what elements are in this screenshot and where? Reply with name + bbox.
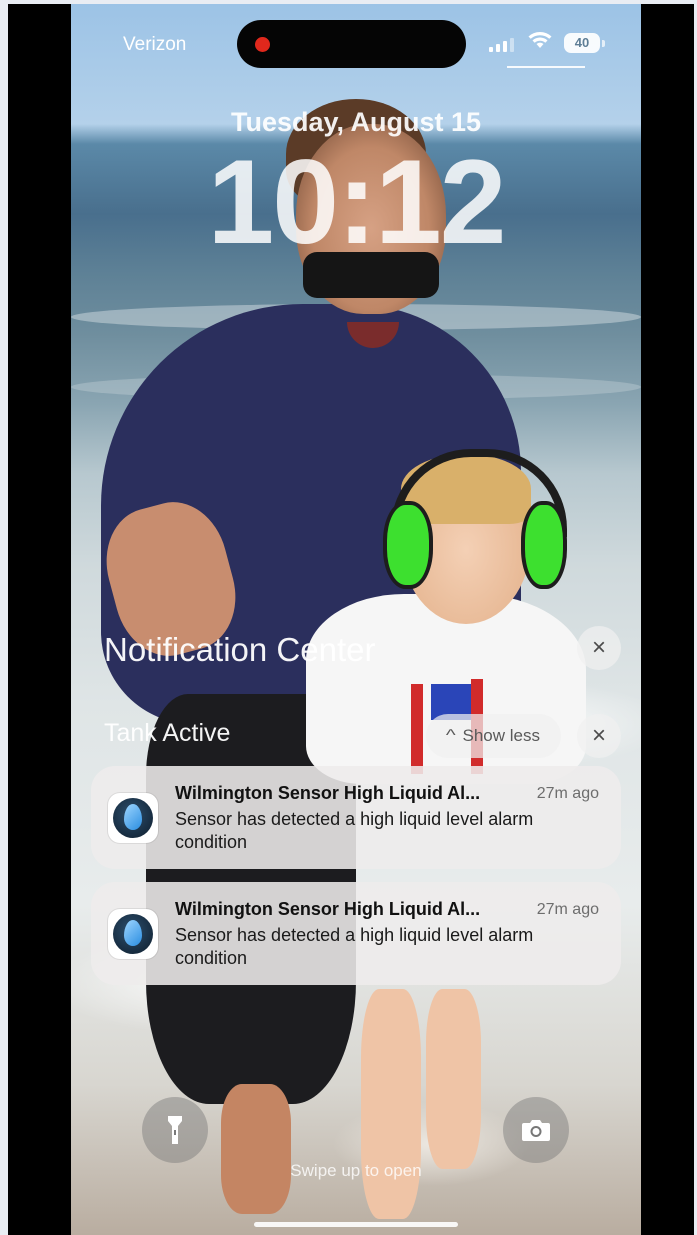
chevron-up-icon: ^ xyxy=(445,727,456,744)
show-less-button[interactable]: ^ Show less xyxy=(426,714,561,758)
notification-card[interactable]: Wilmington Sensor High Liquid Al... 27m … xyxy=(91,766,621,869)
woman-leg-shape xyxy=(221,1084,291,1214)
cellular-signal-icon xyxy=(489,36,517,52)
control-center-indicator[interactable] xyxy=(507,66,585,68)
camera-icon xyxy=(522,1120,550,1141)
water-drop-icon xyxy=(108,909,158,959)
wifi-icon xyxy=(527,30,553,50)
home-indicator[interactable] xyxy=(254,1222,458,1227)
notification-body: Sensor has detected a high liquid level … xyxy=(175,925,534,968)
notification-body: Sensor has detected a high liquid level … xyxy=(175,809,534,852)
headphone-cup-shape xyxy=(383,501,433,589)
carrier-label: Verizon xyxy=(123,34,187,55)
show-less-label: Show less xyxy=(462,726,540,745)
lock-screen: Verizon 40 Tuesday, August 15 10:12 Noti… xyxy=(71,4,641,1235)
recording-indicator-icon xyxy=(255,37,270,52)
notification-card[interactable]: Wilmington Sensor High Liquid Al... 27m … xyxy=(91,882,621,985)
notification-title: Wilmington Sensor High Liquid Al... xyxy=(175,899,481,919)
lock-date: Tuesday, August 15 xyxy=(230,107,482,137)
clear-group-button[interactable]: × xyxy=(577,714,621,758)
flashlight-icon xyxy=(168,1116,182,1144)
battery-level: 40 xyxy=(564,33,600,53)
battery-tip xyxy=(602,40,605,47)
notification-time: 27m ago xyxy=(536,785,599,802)
notification-title: Wilmington Sensor High Liquid Al... xyxy=(175,783,481,803)
child-leg-shape xyxy=(426,989,481,1169)
swipe-hint: Swipe up to open xyxy=(290,1161,422,1180)
headphone-cup-shape xyxy=(521,501,567,589)
close-icon: × xyxy=(591,634,606,661)
close-icon: × xyxy=(591,722,606,749)
camera-button[interactable] xyxy=(503,1097,569,1163)
shirt-stripe-shape xyxy=(411,684,423,774)
clear-notifications-button[interactable]: × xyxy=(577,626,621,670)
notification-group-title: Tank Active xyxy=(104,719,231,747)
notification-time: 27m ago xyxy=(536,901,599,918)
flashlight-button[interactable] xyxy=(142,1097,208,1163)
dynamic-island[interactable] xyxy=(237,20,466,68)
notification-center-title: Notification Center xyxy=(104,631,376,668)
lock-time: 10:12 xyxy=(207,135,507,269)
water-drop-icon xyxy=(108,793,158,843)
child-leg-shape xyxy=(361,989,421,1219)
